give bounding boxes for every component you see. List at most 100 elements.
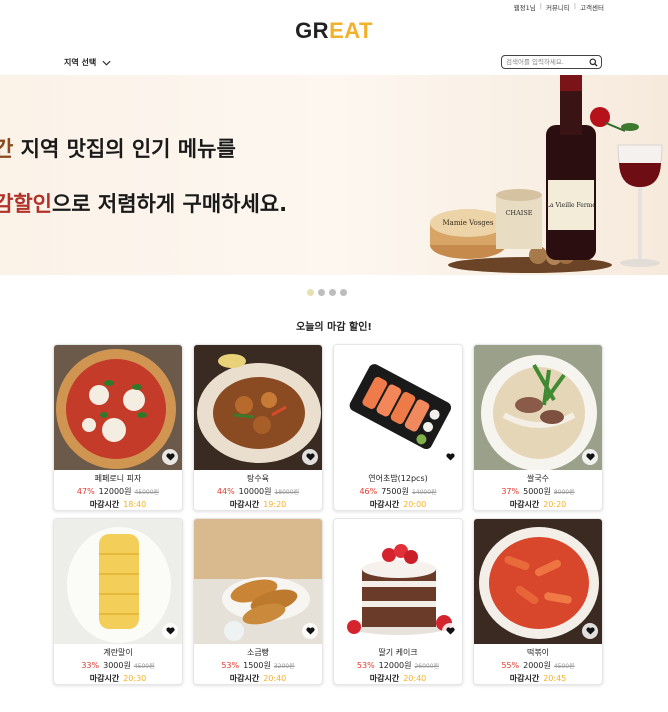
price-row: 47% 12000원 45000원	[54, 486, 182, 497]
banner-headline-2: 감할인으로 저렴하게 구매하세요.	[0, 188, 287, 218]
carousel-dot-1[interactable]	[307, 289, 314, 296]
carousel-dot-4[interactable]	[340, 289, 347, 296]
close-time: 20:30	[123, 674, 147, 683]
product-card[interactable]: 떡볶이 55% 2000원 4500원 마감시간 20:45	[473, 518, 603, 685]
search-input[interactable]	[502, 56, 588, 68]
favorite-button[interactable]	[162, 449, 178, 465]
sale-price: 2000원	[523, 661, 551, 670]
product-card[interactable]: 소금빵 53% 1500원 3200원 마감시간 20:40	[193, 518, 323, 685]
close-time: 19:20	[263, 500, 287, 509]
favorite-button[interactable]	[442, 623, 458, 639]
search-icon[interactable]	[589, 58, 598, 67]
close-time-row: 마감시간 20:30	[54, 673, 182, 684]
discount-rate: 37%	[501, 487, 520, 496]
price-row: 53% 1500원 3200원	[194, 660, 322, 671]
close-time-row: 마감시간 20:40	[334, 673, 462, 684]
close-time-row: 마감시간 20:00	[334, 499, 462, 510]
utility-nav: 웹정1님 | 커뮤니티 | 고객센터	[514, 2, 604, 12]
discount-rate: 47%	[76, 487, 95, 496]
product-card[interactable]: 딸기 케이크 53% 12000원 26000원 마감시간 20:40	[333, 518, 463, 685]
banner-text-2: 으로 저렴하게 구매하세요.	[51, 192, 288, 216]
product-image-tangsuyuk	[194, 345, 322, 470]
close-time-row: 마감시간 18:40	[54, 499, 182, 510]
sale-price: 12000원	[378, 661, 412, 670]
util-link-support[interactable]: 고객센터	[580, 2, 604, 12]
close-time: 20:40	[403, 674, 427, 683]
product-card[interactable]: 계란말이 33% 3000원 4500원 마감시간 20:30	[53, 518, 183, 685]
favorite-button[interactable]	[442, 449, 458, 465]
discount-rate: 55%	[501, 661, 520, 670]
product-card[interactable]: 연어초밥(12pcs) 46% 7500원 14000원 마감시간 20:00	[333, 344, 463, 511]
price-row: 33% 3000원 4500원	[54, 660, 182, 671]
favorite-button[interactable]	[582, 449, 598, 465]
util-link-user[interactable]: 웹정1님	[514, 2, 536, 12]
sale-price: 1500원	[243, 661, 271, 670]
sale-price: 5000원	[523, 487, 551, 496]
cheese-label: Mamie Vosges	[442, 219, 493, 227]
product-card[interactable]: 쌀국수 37% 5000원 8000원 마감시간 20:20	[473, 344, 603, 511]
product-name: 딸기 케이크	[378, 648, 418, 657]
close-time-label: 마감시간	[369, 500, 400, 509]
product-card[interactable]: 페페로니 피자 47% 12000원 45000원 마감시간 18:40	[53, 344, 183, 511]
logo-suffix: EAT	[329, 18, 373, 43]
util-divider: |	[539, 2, 542, 10]
heart-icon	[165, 627, 175, 635]
section-title: 오늘의 마감 할인!	[296, 322, 372, 333]
close-time-label: 마감시간	[229, 500, 260, 509]
discount-rate: 53%	[356, 661, 375, 670]
product-name: 연어초밥(12pcs)	[368, 474, 428, 483]
heart-icon	[585, 453, 595, 461]
discount-rate: 46%	[359, 487, 378, 496]
product-image-salmon-sushi	[334, 345, 462, 470]
banner-headline-1: 간 지역 맛집의 인기 메뉴를	[0, 133, 236, 163]
price-row: 37% 5000원 8000원	[474, 486, 602, 497]
close-time-row: 마감시간 20:40	[194, 673, 322, 684]
heart-icon	[305, 627, 315, 635]
util-link-community[interactable]: 커뮤니티	[546, 2, 570, 12]
product-card[interactable]: 탕수육 44% 10000원 18000원 마감시간 19:20	[193, 344, 323, 511]
product-name: 쌀국수	[526, 474, 550, 483]
favorite-button[interactable]	[302, 449, 318, 465]
carousel-dot-2[interactable]	[318, 289, 325, 296]
box-label: CHAISE	[505, 209, 532, 217]
price-row: 46% 7500원 14000원	[334, 486, 462, 497]
close-time-row: 마감시간 20:20	[474, 499, 602, 510]
heart-icon	[165, 453, 175, 461]
product-image-egg-roll	[54, 519, 182, 644]
chevron-down-icon	[102, 60, 111, 66]
favorite-button[interactable]	[582, 623, 598, 639]
original-price: 4500원	[553, 663, 575, 670]
close-time-label: 마감시간	[229, 674, 260, 683]
price-row: 55% 2000원 4500원	[474, 660, 602, 671]
favorite-button[interactable]	[162, 623, 178, 639]
search-box	[501, 55, 602, 69]
banner-text-1: 지역 맛집의 인기 메뉴를	[13, 137, 236, 161]
price-row: 44% 10000원 18000원	[194, 486, 322, 497]
sale-price: 7500원	[381, 487, 409, 496]
original-price: 26000원	[414, 663, 440, 670]
original-price: 14000원	[411, 489, 437, 496]
product-grid: 페페로니 피자 47% 12000원 45000원 마감시간 18:40 탕수육 44…	[53, 344, 603, 685]
product-image-tteokbokki	[474, 519, 602, 644]
original-price: 8000원	[553, 489, 575, 496]
site-logo[interactable]: GREAT	[0, 18, 668, 44]
favorite-button[interactable]	[302, 623, 318, 639]
product-name: 소금빵	[246, 648, 270, 657]
banner-highlight-1: 간	[0, 137, 14, 161]
close-time-label: 마감시간	[369, 674, 400, 683]
product-name: 탕수육	[246, 474, 270, 483]
product-name: 페페로니 피자	[94, 474, 142, 483]
heart-icon	[445, 453, 455, 461]
close-time-label: 마감시간	[89, 674, 120, 683]
product-image-strawberry-cake	[334, 519, 462, 644]
discount-rate: 53%	[221, 661, 240, 670]
heart-icon	[585, 627, 595, 635]
original-price: 3200원	[273, 663, 295, 670]
original-price: 45000원	[134, 489, 160, 496]
product-name: 계란말이	[103, 648, 133, 657]
original-price: 4500원	[133, 663, 155, 670]
wine-label: La Vieille Ferme	[546, 202, 596, 209]
product-image-pizza	[54, 345, 182, 470]
region-selector[interactable]: 지역 선택	[64, 57, 111, 68]
carousel-dot-3[interactable]	[329, 289, 336, 296]
